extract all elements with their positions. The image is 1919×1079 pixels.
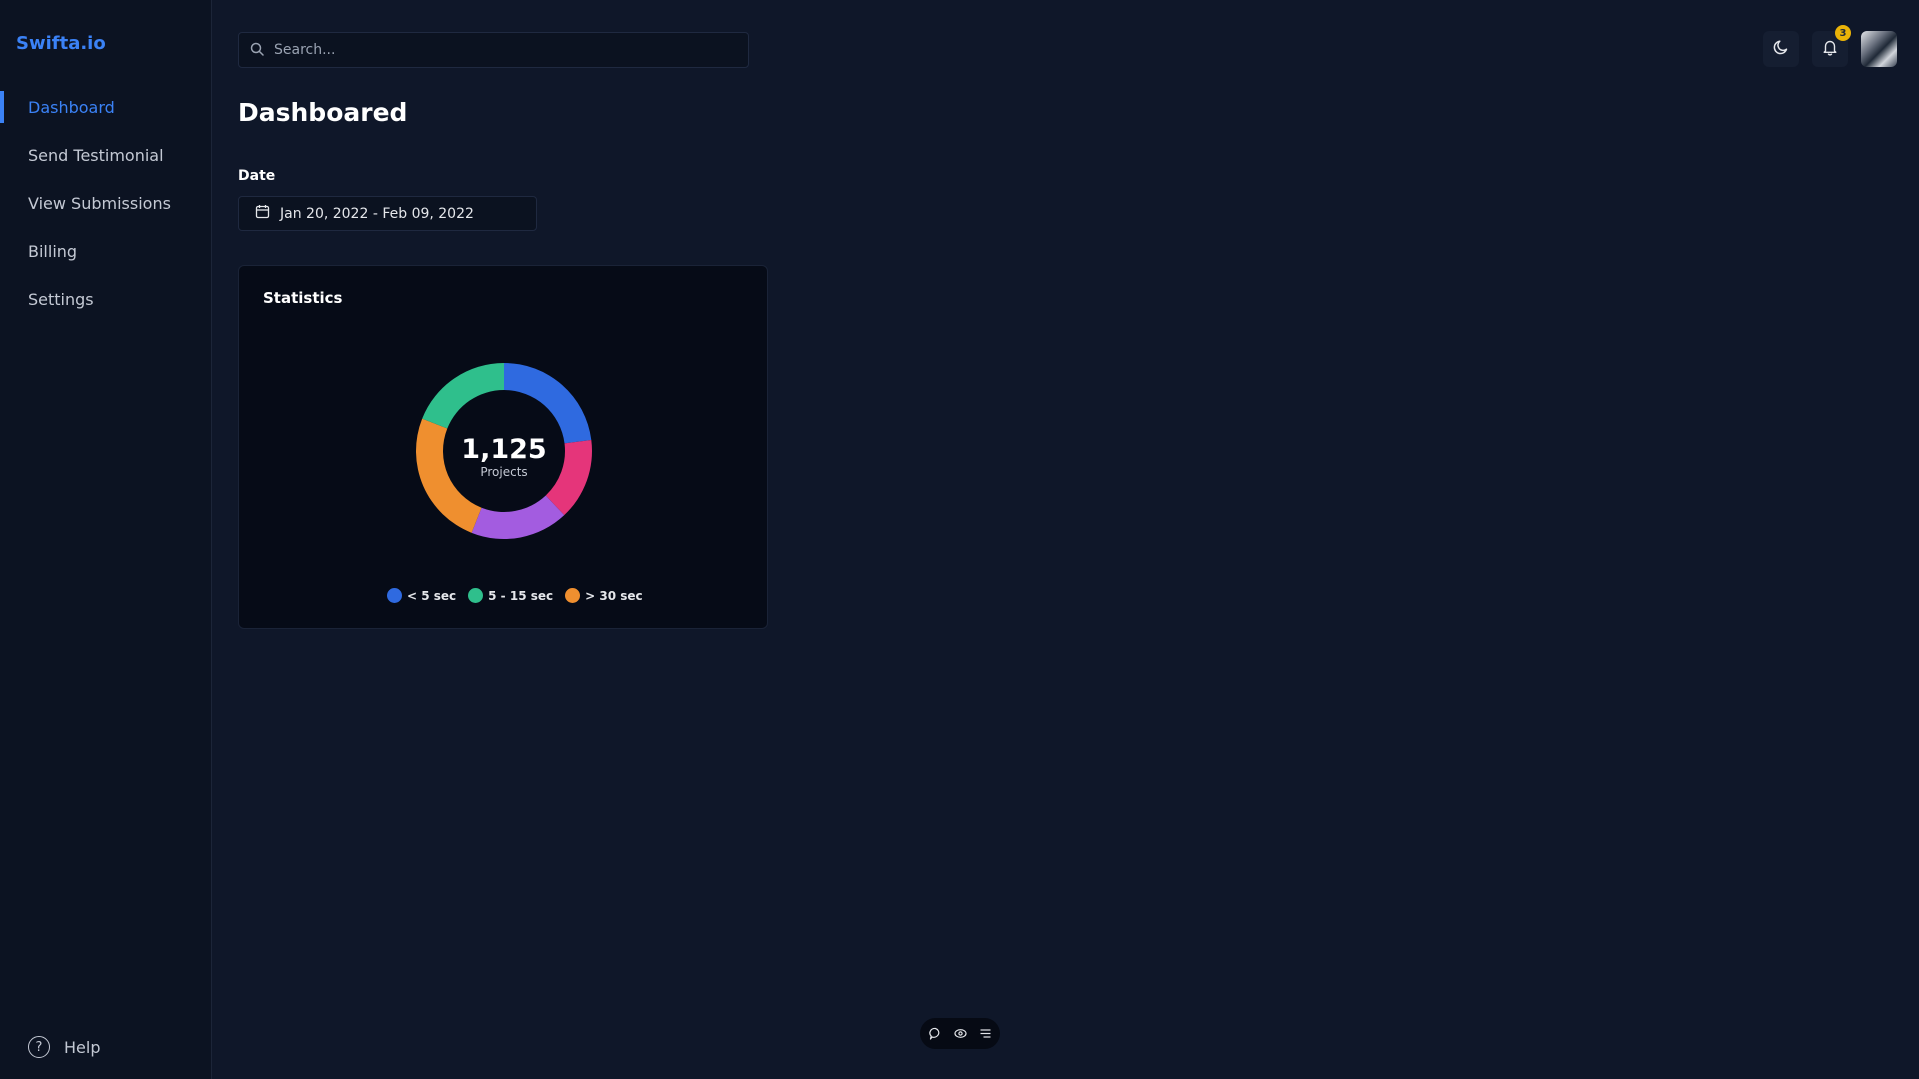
sidebar-item-view-submissions[interactable]: View Submissions [0, 187, 211, 219]
legend-label: < 5 sec [407, 588, 457, 603]
sidebar: Swifta.io Dashboard Send Testimonial Vie… [0, 0, 212, 1079]
legend-label: 5 - 15 sec [488, 588, 554, 603]
legend-item: 5 - 15 sec [468, 588, 553, 603]
legend-item: > 30 sec [565, 588, 643, 603]
sidebar-item-label: Dashboard [28, 97, 115, 117]
search-bar [238, 32, 749, 68]
help-label: Help [64, 1037, 101, 1057]
avatar[interactable] [1861, 31, 1897, 67]
legend-swatch-green [468, 588, 484, 603]
chart-legend: < 5 sec 5 - 15 sec > 30 sec [387, 588, 643, 603]
sidebar-item-label: Settings [28, 289, 94, 309]
help-link[interactable]: ? Help [28, 1036, 100, 1058]
help-icon: ? [28, 1036, 50, 1058]
sidebar-item-label: Billing [28, 241, 78, 261]
page-title: Dashboared [238, 98, 408, 127]
date-label: Date [238, 168, 276, 184]
sidebar-item-settings[interactable]: Settings [0, 283, 211, 315]
date-range-picker[interactable]: Jan 20, 2022 - Feb 09, 2022 [238, 196, 537, 231]
donut-total-value: 1,125 [461, 434, 546, 465]
donut-slice-0 [504, 363, 592, 444]
donut-chart: 1,125 Projects [416, 363, 592, 539]
brand-logo[interactable]: Swifta.io [16, 33, 106, 54]
donut-total-label: Projects [480, 465, 527, 479]
comment-icon[interactable] [928, 1027, 942, 1040]
sidebar-item-billing[interactable]: Billing [0, 235, 211, 267]
legend-item: < 5 sec [387, 588, 456, 603]
sidebar-item-send-testimonial[interactable]: Send Testimonial [0, 139, 211, 171]
sidebar-item-label: View Submissions [28, 193, 171, 213]
date-range-value: Jan 20, 2022 - Feb 09, 2022 [280, 205, 474, 222]
notifications-button[interactable]: 3 [1812, 25, 1851, 67]
donut-slice-4 [422, 363, 504, 429]
statistics-card: Statistics 1,125 Projects < 5 sec 5 - 15… [238, 265, 768, 629]
floating-toolbar [920, 1018, 1000, 1049]
legend-label: > 30 sec [585, 588, 643, 603]
donut-slice-2 [471, 495, 565, 539]
statistics-title: Statistics [263, 289, 343, 307]
moon-icon [1772, 38, 1790, 60]
search-icon [250, 41, 264, 60]
notification-badge: 3 [1835, 25, 1851, 41]
theme-toggle-button[interactable] [1763, 31, 1799, 67]
search-input[interactable] [274, 42, 734, 58]
bell-icon [1821, 38, 1839, 60]
eye-icon[interactable] [953, 1027, 967, 1040]
sidebar-item-label: Send Testimonial [28, 145, 164, 165]
menu-icon[interactable] [979, 1027, 992, 1040]
calendar-icon [255, 204, 270, 223]
legend-swatch-blue [387, 588, 402, 603]
legend-swatch-orange [565, 588, 581, 603]
sidebar-item-dashboard[interactable]: Dashboard [0, 91, 211, 123]
